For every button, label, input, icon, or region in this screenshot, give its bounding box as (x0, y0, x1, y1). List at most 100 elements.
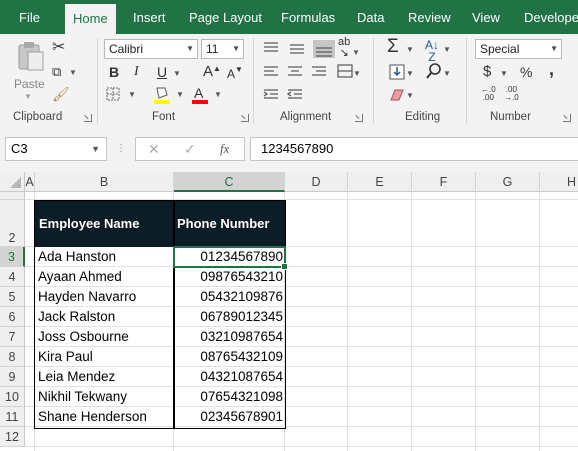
name-box-dropdown-icon[interactable]: ▼ (91, 138, 100, 160)
tab-data[interactable]: Data (357, 0, 384, 34)
paste-label[interactable]: Paste (14, 75, 45, 93)
number-format-dropdown-icon[interactable]: ▼ (550, 40, 558, 58)
employee-name-cell[interactable]: Kira Paul (35, 347, 173, 367)
tab-formulas[interactable]: Formulas (281, 0, 335, 34)
col-header-h[interactable]: H (540, 172, 578, 192)
select-all-corner[interactable] (0, 172, 25, 192)
col-header-a[interactable]: A (25, 172, 35, 192)
col-header-b[interactable]: B (35, 172, 174, 192)
employee-name-cell[interactable]: Jack Ralston (35, 307, 173, 327)
font-size-combo[interactable]: 11 ▼ (201, 39, 244, 59)
fill-dropdown-icon[interactable]: ▼ (406, 69, 414, 78)
cancel-icon[interactable]: ✕ (148, 140, 160, 158)
employee-name-cell[interactable]: Nikhil Tekwany (35, 387, 173, 407)
tab-view[interactable]: View (472, 0, 500, 34)
employee-name-cell[interactable]: Ada Hanston (35, 247, 173, 267)
name-box[interactable]: C3 ▼ (5, 137, 107, 161)
insert-function-button[interactable]: fx (220, 140, 229, 158)
enter-icon[interactable]: ✓ (184, 140, 196, 158)
find-select-icon[interactable] (425, 62, 443, 80)
row-header-2[interactable]: 2 (0, 200, 25, 247)
row-header-1[interactable]: 1 (0, 192, 25, 200)
clipboard-launcher-icon[interactable] (84, 114, 92, 122)
indent-icons[interactable] (262, 87, 322, 103)
row-header-4[interactable]: 4 (0, 267, 25, 287)
sort-dropdown-icon[interactable]: ▼ (443, 45, 451, 54)
copy-dropdown-icon[interactable]: ▼ (69, 68, 77, 77)
phone-number-cell[interactable]: 06789012345 (174, 307, 285, 327)
autosum-icon[interactable]: Σ (387, 37, 399, 56)
sort-filter-icon[interactable]: A↓ Z (425, 39, 439, 63)
borders-icon[interactable] (106, 87, 120, 101)
tab-page-layout[interactable]: Page Layout (189, 0, 262, 34)
tab-file[interactable]: File (19, 0, 40, 34)
row-header-10[interactable]: 10 (0, 387, 25, 407)
phone-number-cell[interactable]: 08765432109 (174, 347, 285, 367)
underline-button[interactable]: U (157, 63, 167, 81)
phone-number-cell[interactable]: 04321087654 (174, 367, 285, 387)
number-launcher-icon[interactable] (563, 114, 571, 122)
autosum-dropdown-icon[interactable]: ▼ (406, 45, 414, 54)
col-header-g[interactable]: G (476, 172, 540, 192)
decrease-decimal-icon[interactable]: .00 →.0 (504, 86, 519, 102)
employee-name-cell[interactable]: Shane Henderson (35, 407, 173, 427)
row-header-11[interactable]: 11 (0, 407, 25, 427)
phone-number-cell[interactable]: 05432109876 (174, 287, 285, 307)
format-painter-icon[interactable]: 🖌 (52, 85, 70, 103)
font-name-combo[interactable]: Calibri ▼ (104, 39, 198, 59)
col-header-c[interactable]: C (174, 172, 285, 192)
underline-dropdown-icon[interactable]: ▼ (173, 69, 181, 78)
borders-dropdown-icon[interactable]: ▼ (128, 90, 136, 99)
row-header-12[interactable]: 12 (0, 427, 25, 447)
number-format-combo[interactable]: Special ▼ (475, 39, 562, 59)
row-header-8[interactable]: 8 (0, 347, 25, 367)
font-color-icon[interactable]: A (191, 85, 209, 105)
worksheet-grid[interactable]: A B C D E F G H 1 2 3 4 5 6 7 8 9 10 11 … (0, 172, 578, 451)
cut-icon[interactable]: ✂ (52, 39, 65, 57)
phone-number-cell[interactable]: 02345678901 (174, 407, 285, 427)
formula-input[interactable]: 1234567890 (250, 137, 578, 161)
vertical-align-icons[interactable] (262, 40, 342, 58)
formula-bar-grip-icon[interactable]: ⋮ (116, 140, 126, 158)
shrink-font-button[interactable]: A (227, 65, 235, 83)
paste-icon[interactable] (17, 40, 45, 72)
fill-color-icon[interactable] (153, 85, 171, 105)
grow-font-button[interactable]: A (203, 63, 213, 81)
tab-developer[interactable]: Developer (524, 0, 578, 34)
employee-name-cell[interactable]: Leia Mendez (35, 367, 173, 387)
col-header-e[interactable]: E (348, 172, 412, 192)
font-color-dropdown-icon[interactable]: ▼ (214, 90, 222, 99)
table-header-phone-number[interactable]: Phone Number (174, 200, 285, 247)
tab-review[interactable]: Review (408, 0, 451, 34)
orientation-dropdown-icon[interactable]: ▼ (352, 48, 360, 57)
tab-insert[interactable]: Insert (133, 0, 166, 34)
row-header-3[interactable]: 3 (0, 247, 25, 267)
fill-handle[interactable] (281, 263, 288, 270)
row-header-6[interactable]: 6 (0, 307, 25, 327)
italic-button[interactable]: I (134, 63, 139, 81)
phone-number-cell[interactable]: 01234567890 (174, 247, 285, 267)
horizontal-align-icons[interactable] (262, 64, 362, 80)
increase-decimal-icon[interactable]: ←.0.00 (481, 86, 496, 102)
table-header-employee-name[interactable]: Employee Name (35, 200, 174, 247)
col-header-d[interactable]: D (285, 172, 348, 192)
clear-icon[interactable] (389, 88, 405, 102)
fill-icon[interactable] (389, 64, 405, 80)
currency-button[interactable]: $ (483, 63, 491, 81)
font-launcher-icon[interactable] (241, 114, 249, 122)
font-size-dropdown-icon[interactable]: ▼ (232, 40, 240, 58)
alignment-launcher-icon[interactable] (355, 114, 363, 122)
fill-color-dropdown-icon[interactable]: ▼ (176, 90, 184, 99)
bold-button[interactable]: B (109, 63, 119, 81)
find-dropdown-icon[interactable]: ▼ (443, 69, 451, 78)
phone-number-cell[interactable]: 09876543210 (174, 267, 285, 287)
font-name-dropdown-icon[interactable]: ▼ (186, 40, 194, 58)
row-header-7[interactable]: 7 (0, 327, 25, 347)
phone-number-cell[interactable]: 03210987654 (174, 327, 285, 347)
phone-number-cell[interactable]: 07654321098 (174, 387, 285, 407)
percent-button[interactable]: % (520, 63, 532, 81)
row-header-5[interactable]: 5 (0, 287, 25, 307)
clear-dropdown-icon[interactable]: ▼ (406, 91, 414, 100)
copy-icon[interactable]: ⧉ (52, 63, 61, 81)
col-header-f[interactable]: F (412, 172, 476, 192)
